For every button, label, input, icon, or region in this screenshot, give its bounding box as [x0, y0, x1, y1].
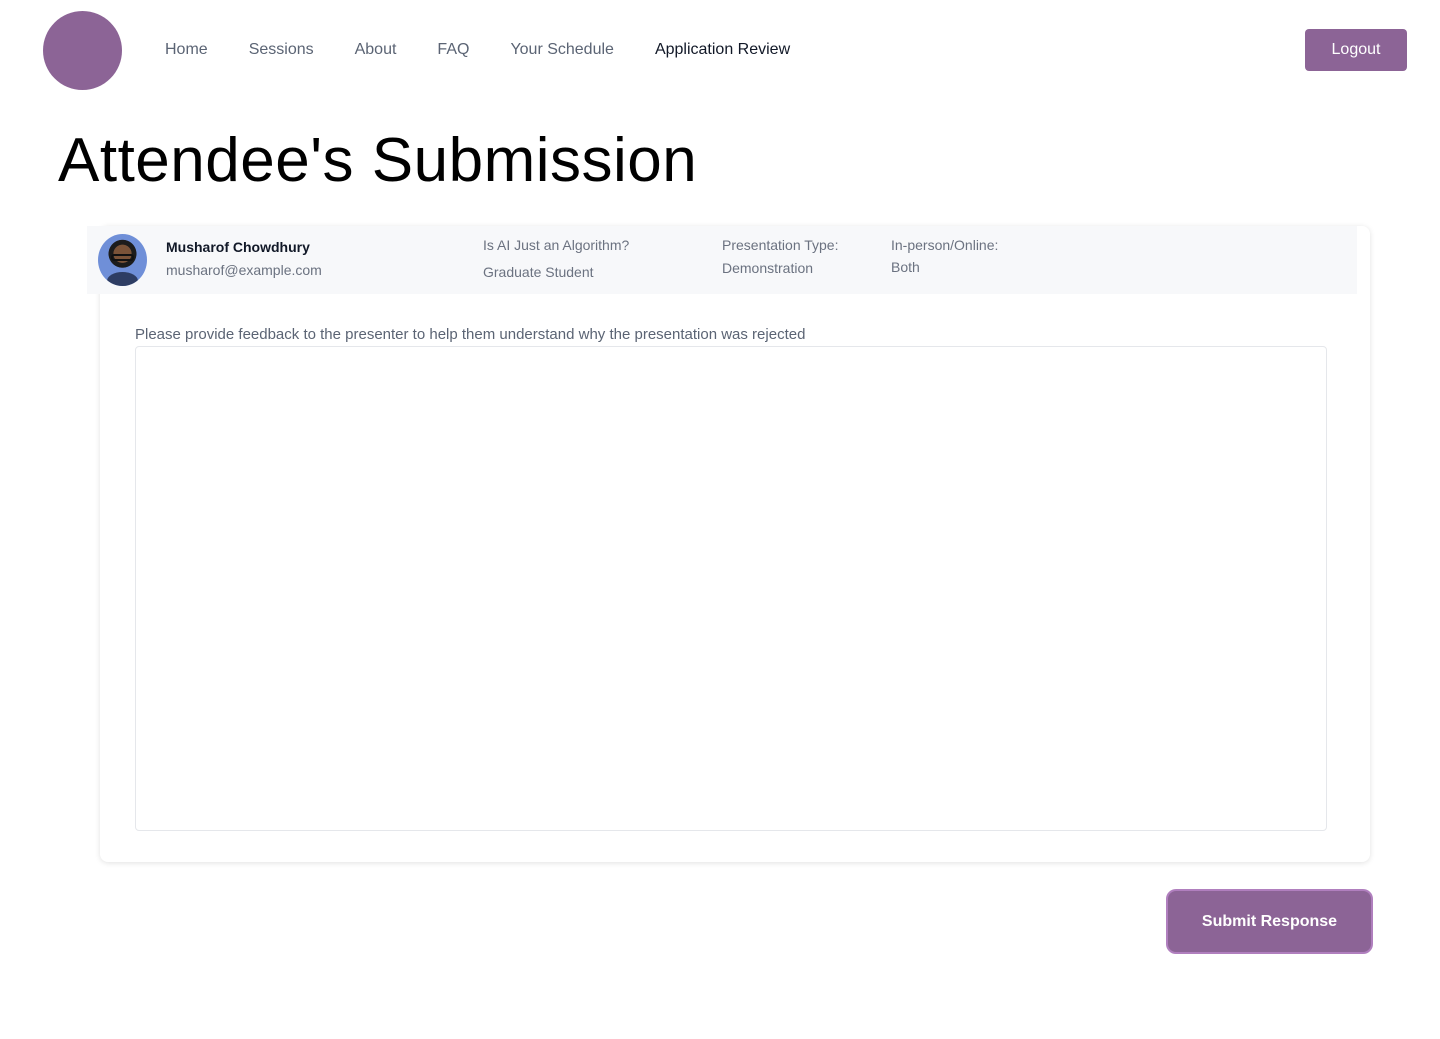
nav-your-schedule[interactable]: Your Schedule [510, 40, 614, 60]
submit-response-button[interactable]: Submit Response [1166, 889, 1373, 954]
nav-application-review[interactable]: Application Review [655, 40, 790, 60]
site-logo[interactable] [43, 11, 122, 90]
nav-faq[interactable]: FAQ [437, 40, 469, 60]
nav-about[interactable]: About [355, 40, 397, 60]
attendee-role: Graduate Student [483, 264, 594, 280]
nav-sessions[interactable]: Sessions [249, 40, 314, 60]
presentation-topic: Is AI Just an Algorithm? [483, 237, 630, 253]
main-nav: Home Sessions About FAQ Your Schedule Ap… [165, 40, 831, 60]
feedback-textarea[interactable] [135, 346, 1327, 831]
presentation-mode-label: In-person/Online: [891, 237, 999, 253]
presentation-type-label: Presentation Type: [722, 237, 839, 253]
glasses-icon [111, 254, 134, 261]
logout-button[interactable]: Logout [1305, 29, 1407, 71]
nav-home[interactable]: Home [165, 40, 208, 60]
presentation-type-value: Demonstration [722, 260, 814, 276]
attendee-name: Musharof Chowdhury [166, 239, 310, 255]
presentation-mode-value: Both [891, 259, 920, 275]
shirt-shape [107, 272, 138, 286]
page-title: Attendee's Submission [58, 126, 698, 195]
feedback-label: Please provide feedback to the presenter… [135, 326, 806, 343]
avatar [98, 234, 147, 286]
attendee-email: musharof@example.com [166, 262, 322, 278]
